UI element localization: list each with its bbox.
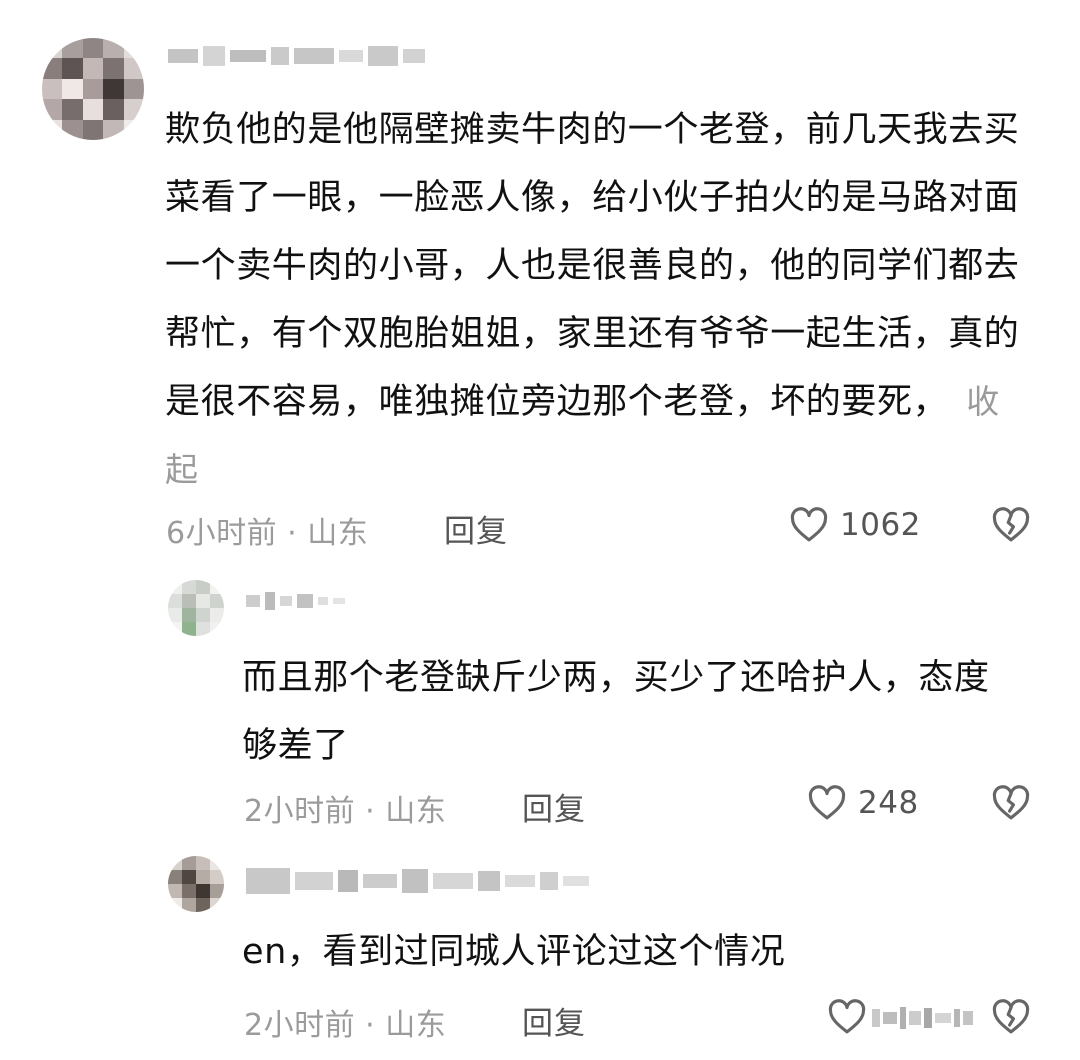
cropped-like-count	[872, 996, 992, 1040]
avatar[interactable]	[42, 38, 144, 140]
username[interactable]	[246, 592, 345, 610]
reply-button[interactable]: 回复	[444, 506, 508, 551]
broken-heart-icon[interactable]	[990, 504, 1032, 546]
heart-icon[interactable]	[826, 996, 868, 1038]
username[interactable]	[168, 46, 425, 66]
comment-meta: 2小时前 · 山东	[244, 794, 447, 829]
like-count: 1062	[840, 507, 921, 543]
avatar[interactable]	[168, 580, 224, 636]
comment-meta: 2小时前 · 山东	[244, 1008, 447, 1043]
like-button[interactable]: 248	[806, 782, 919, 824]
like-count: 248	[858, 785, 919, 821]
heart-icon	[808, 785, 846, 820]
broken-heart-icon[interactable]	[990, 782, 1032, 824]
like-button[interactable]: 1062	[788, 504, 921, 546]
comment-text: en，看到过同城人评论过这个情况	[242, 932, 786, 972]
comment-text: 而且那个老登缺斤少两，买少了还哈护人，态度够差了	[242, 658, 990, 766]
comment-text: 欺负他的是他隔壁摊卖牛肉的一个老登，前几天我去买菜看了一眼，一脸恶人像，给小伙子…	[165, 110, 1020, 489]
username[interactable]	[246, 868, 589, 894]
comment-meta: 6小时前 · 山东	[166, 516, 369, 551]
reply-button[interactable]: 回复	[522, 784, 586, 829]
broken-heart-icon[interactable]	[990, 996, 1032, 1038]
comment-thread: 欺负他的是他隔壁摊卖牛肉的一个老登，前几天我去买菜看了一眼，一脸恶人像，给小伙子…	[0, 0, 1080, 1060]
reply-button[interactable]: 回复	[522, 998, 586, 1043]
avatar[interactable]	[168, 856, 224, 912]
heart-icon	[790, 507, 828, 542]
